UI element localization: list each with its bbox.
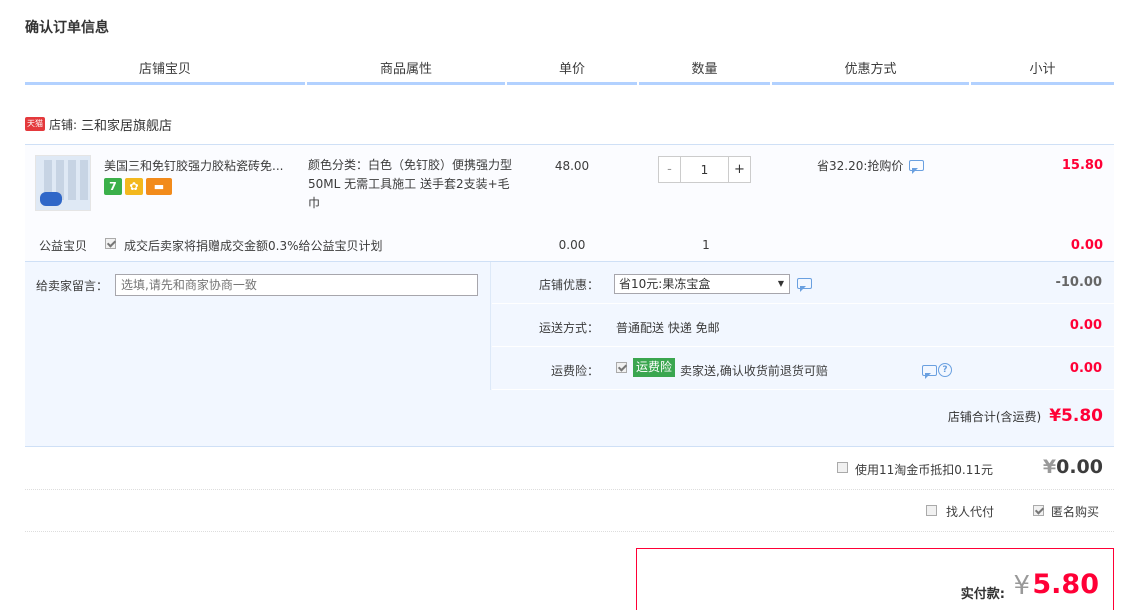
col-quantity: 数量 xyxy=(639,60,770,85)
shop-coupon-row: 店铺优惠： 省10元:果冻宝盒 -10.00 xyxy=(492,262,1114,304)
insurance-label: 运费险： xyxy=(550,364,599,378)
anonymous-label: 匿名购买 xyxy=(1051,505,1100,519)
payment-label: 实付款: xyxy=(960,587,1005,602)
coin-amount: ¥0.00 xyxy=(1043,456,1103,478)
payment-amount: 5.80 xyxy=(1032,569,1099,600)
shop-total-label: 店铺合计(含运费) xyxy=(947,410,1042,424)
quantity-minus-button[interactable]: - xyxy=(658,156,681,183)
anonymous-checkbox[interactable] xyxy=(1033,505,1044,516)
help-icon[interactable]: ? xyxy=(938,363,952,377)
charity-checkbox[interactable] xyxy=(105,238,116,249)
col-shop-item: 店铺宝贝 xyxy=(25,60,305,85)
order-options: 给卖家留言： 店铺优惠： 省10元:果冻宝盒 -10.00 运送方式： 普通配送… xyxy=(25,261,1114,447)
col-attributes: 商品属性 xyxy=(307,60,505,85)
insurance-checkbox[interactable] xyxy=(616,362,627,373)
shop-row: 天猫 店铺: 三和家居旗舰店 xyxy=(25,114,172,134)
credit-card-icon[interactable]: ▬ xyxy=(146,178,172,195)
col-unit-price: 单价 xyxy=(507,60,637,85)
shipping-row: 运送方式： 普通配送 快递 免邮 0.00 xyxy=(492,305,1114,347)
payment-yen: ¥ xyxy=(1013,571,1030,601)
col-subtotal: 小计 xyxy=(971,60,1114,85)
proxy-pay-label: 找人代付 xyxy=(946,505,995,519)
insurance-row: 运费险： 运费险 卖家送,确认收货前退货可赔 ? 0.00 xyxy=(492,348,1114,390)
page-title: 确认订单信息 xyxy=(25,20,109,36)
quantity-stepper: - + xyxy=(658,156,751,183)
column-header: 店铺宝贝 商品属性 单价 数量 优惠方式 小计 xyxy=(25,60,1114,88)
insurance-amount: 0.00 xyxy=(1069,361,1102,376)
extras-row: 找人代付 匿名购买 xyxy=(25,490,1114,532)
shop-coupon-select[interactable]: 省10元:果冻宝盒 xyxy=(614,274,790,294)
message-input[interactable] xyxy=(115,274,478,296)
coin-yen: ¥ xyxy=(1042,456,1057,478)
promo-info: 省32.20:抢购价 xyxy=(817,157,925,174)
shipping-method: 普通配送 快递 免邮 xyxy=(616,321,720,335)
quantity-plus-button[interactable]: + xyxy=(728,156,751,183)
shipping-label: 运送方式： xyxy=(538,321,599,335)
service-icons: 7 ✿ ▬ xyxy=(104,178,172,195)
message-label: 给卖家留言： xyxy=(36,279,109,293)
shipping-amount: 0.00 xyxy=(1069,318,1102,333)
guarantee-icon[interactable]: ✿ xyxy=(125,178,143,195)
coin-value: 0.00 xyxy=(1056,456,1103,478)
insurance-message-icon[interactable] xyxy=(922,365,937,379)
product-attributes: 颜色分类：白色（免钉胶）便携强力型 50ML 无需工具施工 送手套2支装+毛巾 xyxy=(308,158,513,210)
shop-total-amount: ¥5.80 xyxy=(1049,406,1103,426)
item-subtotal: 15.80 xyxy=(1061,158,1103,173)
shop-label: 店铺: xyxy=(49,117,78,132)
product-thumbnail[interactable] xyxy=(35,155,91,211)
coin-row: 使用11淘金币抵扣0.11元 ¥0.00 xyxy=(25,448,1114,490)
insurance-description: 卖家送,确认收货前退货可赔 xyxy=(680,364,828,378)
shop-coupon-amount: -10.00 xyxy=(1055,275,1102,290)
charity-description: 成交后卖家将捐赠成交金额0.3%给公益宝贝计划 xyxy=(124,239,383,253)
insurance-badge: 运费险 xyxy=(633,358,676,377)
charity-subtotal: 0.00 xyxy=(1070,238,1103,253)
seven-day-return-icon[interactable]: 7 xyxy=(104,178,122,195)
message-icon[interactable] xyxy=(909,160,925,174)
quantity-input[interactable] xyxy=(681,156,728,183)
product-title-link[interactable]: 美国三和免钉胶强力胶粘瓷砖免... xyxy=(104,157,304,174)
unit-price: 48.00 xyxy=(554,159,590,173)
shop-total: 店铺合计(含运费) ¥5.80 xyxy=(948,406,1103,426)
order-item: 美国三和免钉胶强力胶粘瓷砖免... 7 ✿ ▬ 颜色分类：白色（免钉胶）便携强力… xyxy=(25,144,1114,261)
message-cell: 给卖家留言： xyxy=(25,262,491,390)
tmall-icon: 天猫 xyxy=(25,117,45,131)
promo-text: 省32.20:抢购价 xyxy=(817,159,904,173)
proxy-pay-checkbox[interactable] xyxy=(926,505,937,516)
shop-coupon-label: 店铺优惠： xyxy=(538,278,599,292)
charity-quantity: 1 xyxy=(702,238,710,252)
charity-price: 0.00 xyxy=(558,238,586,252)
charity-label: 公益宝贝 xyxy=(39,239,88,253)
coin-label: 使用11淘金币抵扣0.11元 xyxy=(855,463,993,477)
coin-checkbox[interactable] xyxy=(837,462,848,473)
payment-box: 实付款: ¥ 5.80 xyxy=(636,548,1114,610)
coupon-message-icon[interactable] xyxy=(797,278,812,292)
shop-name-link[interactable]: 三和家居旗舰店 xyxy=(81,115,172,134)
col-discount: 优惠方式 xyxy=(772,60,969,85)
